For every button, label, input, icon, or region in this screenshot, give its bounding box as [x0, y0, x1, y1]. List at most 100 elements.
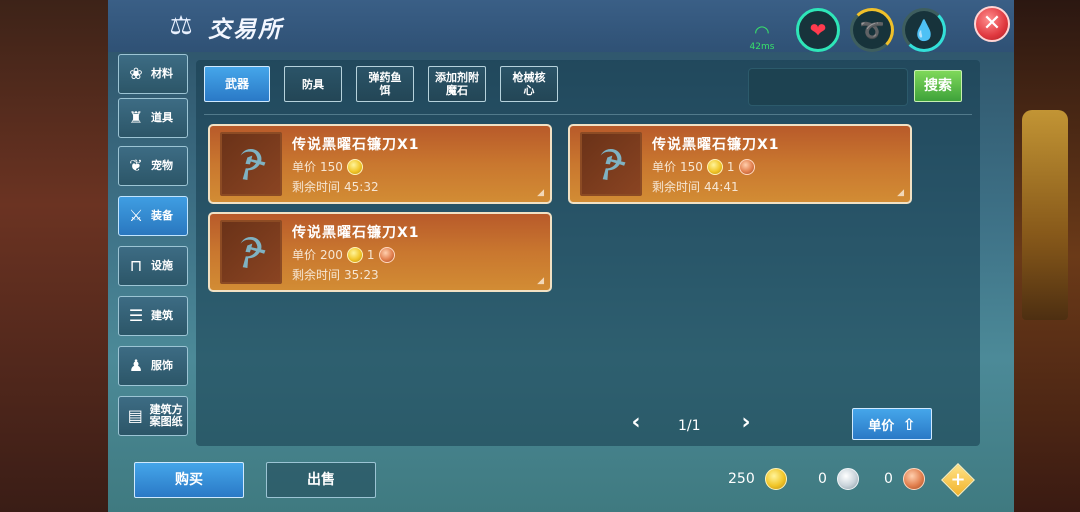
time-label: 剩余时间 [652, 180, 701, 194]
copper-price: 1 [726, 159, 735, 174]
time-row: 剩余时间 45:32 [292, 178, 379, 195]
exchange-panel: ⚖ 交易所 ◠ 42ms ❤ ➰ 💧 ✕ ❀ 材料 ♜ 道具 ❦ 宠物 ⚔ 装备… [108, 0, 1014, 512]
item-thumbnail: ☭ [580, 132, 642, 196]
corner-mark-icon: ◢ [537, 188, 544, 198]
sidebar-item-label: 建筑 [151, 309, 173, 322]
item-name: 传说黑曜石镰刀X1 [292, 225, 420, 241]
next-page-button[interactable]: › [736, 412, 756, 436]
prev-page-button[interactable]: ‹ [626, 412, 646, 436]
price-label: 单价 [292, 160, 317, 174]
tab-ammo-bait[interactable]: 弹药鱼饵 [356, 66, 414, 102]
equipment-icon: ⚔ [128, 206, 144, 225]
search-input[interactable] [748, 68, 908, 106]
time-label: 剩余时间 [292, 180, 341, 194]
tab-additives-enchant-stones[interactable]: 添加剂附魔石 [428, 66, 486, 102]
item-thumbnail: ☭ [220, 132, 282, 196]
hunger-gauge: ➰ [850, 8, 894, 52]
time-left: 45:32 [344, 179, 379, 194]
sidebar-item-clothing[interactable]: ♟ 服饰 [118, 346, 188, 386]
search-button[interactable]: 搜索 [914, 70, 962, 102]
gold-coin-icon [346, 158, 363, 175]
page-indicator: 1/1 [678, 418, 701, 434]
gold-balance: 250 [728, 468, 787, 490]
tab-armor[interactable]: 防具 [284, 66, 342, 102]
gold-price: 150 [320, 159, 343, 174]
listing-area: 武器 防具 弹药鱼饵 添加剂附魔石 枪械核心 搜索 ☭ 传说黑曜石镰刀X1 单价… [196, 60, 980, 446]
sidebar-item-materials[interactable]: ❀ 材料 [118, 54, 188, 94]
water-drop-icon: 💧 [911, 18, 937, 42]
time-row: 剩余时间 44:41 [652, 178, 739, 195]
sort-by-price-button[interactable]: 单价 ⇧ [852, 408, 932, 440]
time-left: 44:41 [704, 179, 739, 194]
plus-icon: + [950, 469, 966, 490]
scales-icon: ⚖ [169, 11, 193, 41]
divider [204, 114, 972, 115]
time-left: 35:23 [344, 267, 379, 282]
sort-label: 单价 [868, 418, 895, 434]
building-icon: ☰ [128, 306, 144, 325]
price-label: 单价 [652, 160, 677, 174]
listing-card[interactable]: ☭ 传说黑曜石镰刀X1 单价 200 1 剩余时间 35:23 ◢ [208, 212, 552, 292]
sidebar-item-label: 服饰 [151, 359, 173, 372]
time-row: 剩余时间 35:23 [292, 266, 379, 283]
copper-balance: 0 [884, 468, 925, 490]
scythe-icon: ☭ [226, 224, 276, 280]
time-label: 剩余时间 [292, 268, 341, 282]
gold-amount: 250 [728, 471, 755, 487]
corner-mark-icon: ◢ [897, 188, 904, 198]
tab-weapons[interactable]: 武器 [204, 66, 270, 102]
gold-coin-icon [706, 158, 723, 175]
tool-icon: ♜ [128, 108, 144, 127]
food-icon: ➰ [859, 18, 885, 42]
blueprint-icon: ▤ [127, 406, 143, 425]
silver-amount: 0 [818, 471, 827, 487]
background-left [0, 0, 108, 512]
silver-balance: 0 [818, 468, 859, 490]
ping-indicator: ◠ 42ms [744, 22, 780, 53]
sort-arrow-icon: ⇧ [902, 414, 916, 434]
close-button[interactable]: ✕ [974, 6, 1010, 42]
sidebar-item-blueprints[interactable]: ▤ 建筑方案图纸 [118, 396, 188, 436]
window-title: 交易所 [208, 17, 283, 43]
ping-text: 42ms [749, 42, 775, 52]
sidebar-item-facilities[interactable]: ⊓ 设施 [118, 246, 188, 286]
listing-card[interactable]: ☭ 传说黑曜石镰刀X1 单价 150 剩余时间 45:32 ◢ [208, 124, 552, 204]
background-right [1014, 0, 1080, 512]
price-row: 单价 150 1 [652, 158, 755, 175]
sidebar-item-tools[interactable]: ♜ 道具 [118, 98, 188, 138]
gold-coin-icon [346, 246, 363, 263]
sidebar-item-pets[interactable]: ❦ 宠物 [118, 146, 188, 186]
item-thumbnail: ☭ [220, 220, 282, 284]
title-bar: ⚖ 交易所 ◠ 42ms ❤ ➰ 💧 ✕ [108, 0, 1014, 52]
paw-icon: ❦ [129, 156, 143, 175]
item-name: 传说黑曜石镰刀X1 [652, 137, 780, 153]
buy-button[interactable]: 购买 [134, 462, 244, 498]
tab-gun-cores[interactable]: 枪械核心 [500, 66, 558, 102]
signal-icon: ◠ [754, 22, 770, 43]
sidebar-item-label: 材料 [151, 67, 173, 80]
heart-icon: ❤ [809, 18, 827, 42]
sell-button[interactable]: 出售 [266, 462, 376, 498]
sidebar-item-equipment[interactable]: ⚔ 装备 [118, 196, 188, 236]
gold-price: 200 [320, 247, 343, 262]
sidebar-item-label: 道具 [151, 111, 173, 124]
scythe-icon: ☭ [586, 136, 636, 192]
copper-coin-icon [738, 158, 755, 175]
sidebar-item-label: 建筑方案图纸 [149, 403, 183, 428]
sidebar-item-buildings[interactable]: ☰ 建筑 [118, 296, 188, 336]
copper-price: 1 [366, 247, 375, 262]
golden-statue [1022, 110, 1068, 320]
sidebar-item-label: 宠物 [151, 159, 173, 172]
materials-icon: ❀ [129, 64, 143, 83]
price-label: 单价 [292, 248, 317, 262]
clothing-icon: ♟ [128, 356, 144, 375]
sidebar-item-label: 设施 [151, 259, 173, 272]
facility-icon: ⊓ [129, 256, 143, 275]
copper-coin-icon [902, 468, 925, 490]
silver-coin-icon [836, 468, 859, 490]
copper-amount: 0 [884, 471, 893, 487]
scythe-icon: ☭ [226, 136, 276, 192]
corner-mark-icon: ◢ [537, 276, 544, 286]
price-row: 单价 200 1 [292, 246, 395, 263]
listing-card[interactable]: ☭ 传说黑曜石镰刀X1 单价 150 1 剩余时间 44:41 ◢ [568, 124, 912, 204]
